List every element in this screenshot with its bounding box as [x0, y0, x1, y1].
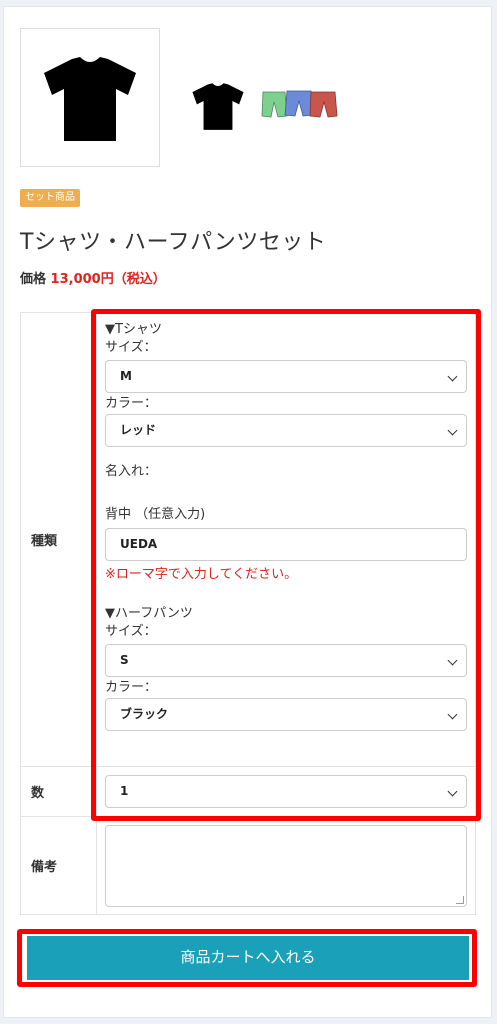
- options-table: 種類 ▼Tシャツ サイズ： M カラー： レッド 名入れ： 背中 （任意入力) …: [20, 312, 476, 915]
- remarks-textarea[interactable]: [105, 824, 467, 907]
- chevron-down-icon: [447, 709, 458, 720]
- resize-handle-icon[interactable]: [456, 895, 464, 904]
- pants-size-label: サイズ：: [105, 624, 157, 639]
- name-label: 名入れ：: [105, 464, 158, 479]
- tshirt-size-select[interactable]: M: [105, 360, 467, 393]
- remarks-cell: [96, 816, 476, 915]
- tshirt-color-select[interactable]: レッド: [105, 414, 467, 447]
- qty-select[interactable]: 1: [105, 775, 467, 808]
- qty-label: 数: [20, 766, 97, 817]
- tshirt-header: ▼Tシャツ: [105, 322, 162, 337]
- set-product-badge: セット商品: [20, 189, 80, 207]
- price-label: 価格: [20, 272, 47, 287]
- tshirt-color-label: カラー：: [105, 396, 158, 411]
- tshirt-size-label: サイズ：: [105, 340, 157, 355]
- romaji-note: ※ローマ字で入力してください。: [105, 567, 298, 582]
- pants-size-value: S: [120, 653, 129, 667]
- pants-color-value: ブラック: [120, 707, 169, 721]
- remarks-row: 備考: [20, 816, 476, 915]
- qty-value: 1: [120, 784, 129, 798]
- main-product-image[interactable]: [20, 28, 160, 167]
- type-label: 種類: [20, 312, 97, 767]
- back-name-input[interactable]: UEDA: [105, 528, 467, 561]
- tshirt-size-value: M: [120, 369, 132, 383]
- tshirt-icon: [192, 83, 244, 130]
- price-value: 13,000円（税込）: [50, 272, 166, 287]
- pants-color-label: カラー：: [105, 680, 158, 695]
- tshirt-icon: [44, 56, 136, 141]
- thumb-shorts[interactable]: [260, 88, 338, 120]
- chevron-down-icon: [447, 655, 458, 666]
- back-label: 背中 （任意入力): [105, 507, 206, 522]
- chevron-down-icon: [447, 786, 458, 797]
- shorts-icon: [261, 90, 338, 118]
- pants-size-select[interactable]: S: [105, 644, 467, 677]
- pants-header: ▼ハーフパンツ: [105, 606, 193, 621]
- add-to-cart-button[interactable]: 商品カートへ入れる: [27, 936, 469, 980]
- type-options: ▼Tシャツ サイズ： M カラー： レッド 名入れ： 背中 （任意入力) UED…: [96, 312, 476, 767]
- tshirt-color-value: レッド: [120, 423, 157, 437]
- price: 価格 13,000円（税込）: [20, 268, 166, 287]
- qty-row: 数 1: [20, 766, 476, 817]
- chevron-down-icon: [447, 425, 458, 436]
- product-title: Tシャツ・ハーフパンツセット: [20, 230, 327, 255]
- thumb-tshirt[interactable]: [186, 80, 250, 132]
- pants-color-select[interactable]: ブラック: [105, 698, 467, 731]
- remarks-label: 備考: [20, 816, 97, 915]
- qty-cell: 1: [96, 766, 476, 817]
- chevron-down-icon: [447, 371, 458, 382]
- type-row: 種類 ▼Tシャツ サイズ： M カラー： レッド 名入れ： 背中 （任意入力) …: [20, 312, 476, 767]
